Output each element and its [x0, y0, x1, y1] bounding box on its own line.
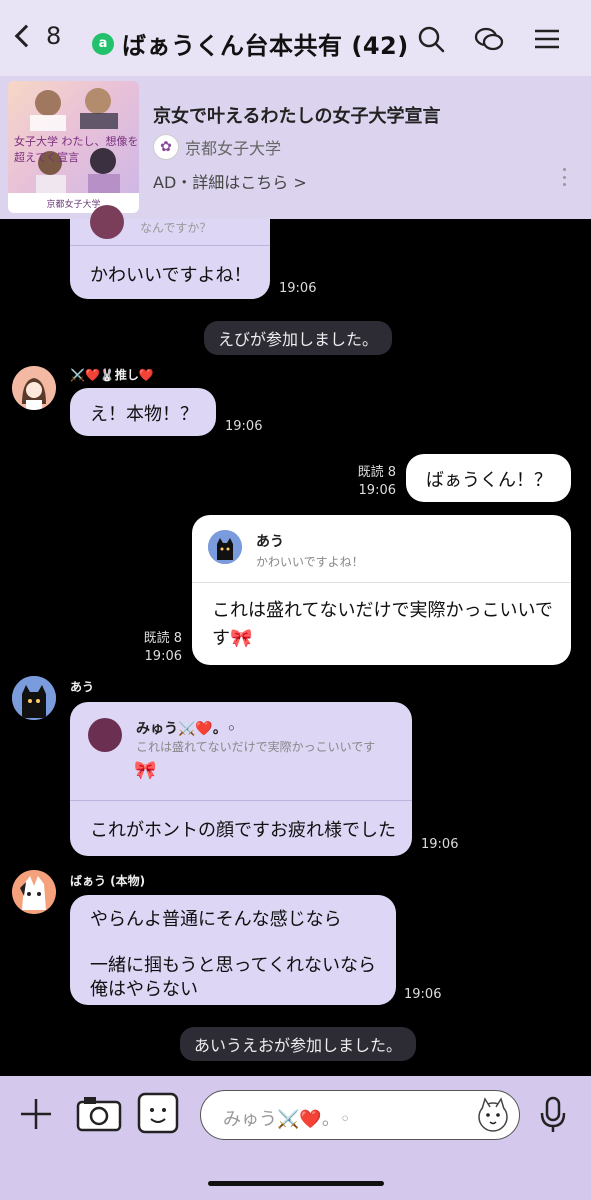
sender-name: ばぁう (本物): [70, 874, 146, 888]
message-text: ばぁうくん！？: [426, 470, 552, 491]
message-text: え！本物！？: [90, 404, 198, 425]
read-receipt: 既読 8 19:06: [350, 464, 396, 500]
sponsor-name: 京都女子大学: [185, 139, 282, 158]
home-indicator: [208, 1181, 384, 1186]
message-time: 19:06: [404, 987, 442, 1002]
official-badge-icon: a: [92, 32, 114, 55]
quote-avatar: [88, 718, 122, 752]
microphone-icon[interactable]: [538, 1096, 568, 1134]
cat-avatar-icon: [12, 676, 56, 720]
ad-image-text: 女子大学 わたし、想像を超えてく宣言: [14, 135, 139, 164]
quoted-text: かわいいですよね！: [256, 555, 364, 569]
dog-avatar-icon: [12, 870, 56, 914]
message-text-line: やらんよ普通にそんな感じなら: [90, 909, 342, 930]
chat-header: 8 a ばぁうくん台本共有 (42): [0, 0, 591, 76]
message-bubble[interactable]: みゅう⚔️❤️。◦ これは盛れてないだけで実際かっこいいです 🎀 これがホントの…: [70, 702, 412, 856]
search-icon[interactable]: [416, 24, 446, 54]
message-text: これは盛れてないだけで実際かっこいいです🎀: [212, 600, 553, 649]
message-time: 19:06: [225, 419, 263, 434]
melody-sticker-icon: 🎀: [134, 760, 157, 781]
quote-divider: [192, 582, 571, 583]
system-message: あいうえおが参加しました。: [180, 1027, 417, 1061]
unread-count: 8: [46, 22, 62, 50]
message-time: 19:06: [144, 649, 182, 664]
camera-icon[interactable]: [76, 1094, 122, 1134]
quote-avatar: [208, 530, 242, 564]
message-text-line: 一緒に掴もうと思ってくれないなら: [90, 955, 377, 976]
quoted-sender: みゅう⚔️❤️。◦: [136, 721, 236, 737]
chat-bubble-icon[interactable]: [474, 24, 504, 54]
message-bubble[interactable]: ばぁうくん！？: [406, 454, 571, 502]
quoted-sender: あう: [256, 534, 284, 550]
chevron-left-icon: [14, 24, 38, 48]
sender-name: あう: [70, 680, 95, 694]
quoted-text: なんですか？: [140, 221, 212, 235]
read-receipt: 既読 8 19:06: [136, 630, 182, 666]
message-text: これがホントの顔ですお疲れ様でした: [90, 820, 396, 841]
menu-icon[interactable]: [532, 24, 562, 54]
input-placeholder: みゅう⚔️❤️。◦: [223, 1109, 351, 1130]
avatar[interactable]: [12, 676, 56, 720]
message-bubble[interactable]: やらんよ普通にそんな感じなら 一緒に掴もうと思ってくれないなら 俺はやらない: [70, 895, 396, 1005]
chat-title-group[interactable]: a ばぁうくん台本共有 (42): [92, 26, 409, 61]
message-bubble[interactable]: なんですか？ かわいいですよね！: [70, 205, 270, 299]
message-bubble[interactable]: あう かわいいですよね！ これは盛れてないだけで実際かっこいいです🎀: [192, 515, 571, 665]
sticker-icon[interactable]: [137, 1092, 179, 1134]
message-bubble[interactable]: え！本物！？: [70, 388, 216, 436]
ad-title[interactable]: 京女で叶えるわたしの女子大学宣言: [153, 102, 440, 128]
message-text-line: 俺はやらない: [90, 979, 198, 1000]
back-button[interactable]: 8: [14, 22, 62, 50]
ad-sponsor[interactable]: ✿ 京都女子大学: [153, 134, 281, 160]
quote-divider: [70, 800, 412, 801]
avatar[interactable]: [12, 366, 56, 410]
more-options-icon[interactable]: [560, 168, 568, 186]
sponsor-logo-icon: ✿: [153, 134, 179, 160]
avatar[interactable]: [12, 870, 56, 914]
ad-banner[interactable]: 女子大学 わたし、想像を超えてく宣言 京都女子大学: [0, 76, 591, 219]
quote-avatar: [90, 205, 124, 239]
avatar-illustration: [12, 366, 56, 410]
plus-icon[interactable]: [18, 1096, 54, 1132]
message-time: 19:06: [358, 483, 396, 498]
chat-title: ばぁうくん台本共有 (42): [122, 32, 409, 60]
message-input[interactable]: みゅう⚔️❤️。◦: [200, 1090, 520, 1140]
emoji-icon[interactable]: [473, 1095, 513, 1135]
cat-icon: [208, 530, 242, 564]
message-time: 19:06: [279, 281, 317, 296]
system-message: えびが参加しました。: [204, 321, 393, 355]
read-label: 既読 8: [357, 465, 396, 480]
message-time: 19:06: [421, 837, 459, 852]
ad-image[interactable]: 女子大学 わたし、想像を超えてく宣言 京都女子大学: [8, 81, 139, 213]
quote-divider: [70, 245, 270, 246]
quoted-text: これは盛れてないだけで実際かっこいいです: [136, 740, 376, 754]
ad-details-link[interactable]: AD・詳細はこちら >: [153, 169, 307, 193]
sender-name: ⚔️❤️🐰推し❤️: [70, 368, 154, 382]
read-label: 既読 8: [143, 631, 182, 646]
message-text: かわいいですよね！: [90, 265, 252, 286]
